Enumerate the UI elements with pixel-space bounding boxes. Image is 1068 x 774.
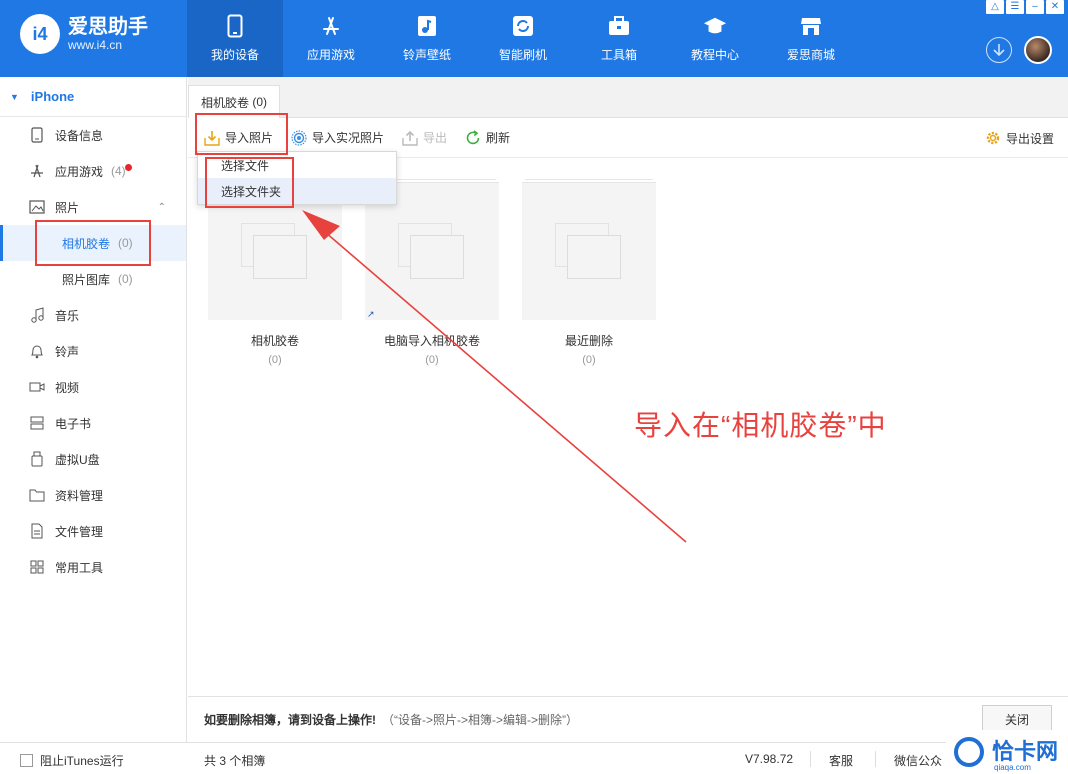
- menu-item-select-folder[interactable]: 选择文件夹: [198, 178, 396, 204]
- notification-dot: [125, 164, 132, 171]
- music-file-icon: [415, 14, 439, 38]
- sidebar-item-virtual-usb[interactable]: 虚拟U盘: [0, 441, 186, 477]
- refresh-button[interactable]: 刷新: [465, 129, 510, 146]
- top-bar: i4 爱思助手 www.i4.cn 我的设备 应用游戏 铃声壁纸 智能刷机 工具…: [0, 0, 1068, 77]
- store-icon: [799, 14, 823, 38]
- menu-item-select-files[interactable]: 选择文件: [198, 152, 396, 178]
- tab-camera-roll[interactable]: 相机胶卷 (0): [188, 85, 281, 118]
- nav-store[interactable]: 爱思商城: [763, 0, 859, 77]
- album-grid: 相机胶卷 (0) ↗ 电脑导入相机胶卷 (0) 最近删除 (0): [208, 179, 656, 366]
- import-icon: [204, 130, 220, 146]
- sidebar-item-photo-library[interactable]: 照片图库 (0): [0, 261, 186, 297]
- wechat-link[interactable]: 微信公众: [894, 752, 942, 769]
- album-camera-roll[interactable]: 相机胶卷 (0): [208, 179, 342, 366]
- album-thumbnail: [522, 179, 656, 320]
- nav-toolbox[interactable]: 工具箱: [571, 0, 667, 77]
- album-pc-imported[interactable]: ↗ 电脑导入相机胶卷 (0): [365, 179, 499, 366]
- sidebar: ▼ iPhone 设备信息 应用游戏 (4) 照片 ⌃ 相机胶卷 (0) 照片图…: [0, 77, 187, 742]
- checkbox-box[interactable]: [20, 754, 33, 767]
- app-logo: i4 爱思助手 www.i4.cn: [20, 14, 148, 54]
- tab-bar: 相机胶卷 (0): [188, 77, 1068, 118]
- watermark: 恰卡网 qiaqa.com: [946, 730, 1068, 774]
- app-url: www.i4.cn: [68, 38, 123, 52]
- folder-icon: [28, 486, 46, 504]
- toolbox-icon: [607, 14, 631, 38]
- video-icon: [28, 378, 46, 396]
- sidebar-item-file-management[interactable]: 文件管理: [0, 513, 186, 549]
- import-dropdown-menu: 选择文件 选择文件夹: [197, 151, 397, 205]
- appstore-icon: [28, 162, 46, 180]
- file-icon: [28, 522, 46, 540]
- usb-drive-icon: [28, 450, 46, 468]
- download-icon[interactable]: [986, 37, 1012, 63]
- sidebar-item-apps[interactable]: 应用游戏 (4): [0, 153, 186, 189]
- nav-tutorials[interactable]: 教程中心: [667, 0, 763, 77]
- gear-icon: [985, 130, 1001, 146]
- export-settings-button[interactable]: 导出设置: [985, 130, 1054, 147]
- status-bar: 阻止iTunes运行 共 3 个相簿 V7.98.72 客服 微信公众: [0, 742, 1068, 774]
- live-photo-icon: [291, 129, 307, 146]
- block-itunes-checkbox[interactable]: 阻止iTunes运行: [20, 752, 124, 769]
- import-live-photos-button[interactable]: 导入实况照片: [291, 129, 384, 146]
- nav-flash[interactable]: 智能刷机: [475, 0, 571, 77]
- photo-icon: [28, 198, 46, 216]
- device-header[interactable]: ▼ iPhone: [0, 77, 186, 117]
- sidebar-item-ebooks[interactable]: 电子书: [0, 405, 186, 441]
- export-button[interactable]: 导出: [402, 129, 447, 146]
- ebook-icon: [28, 414, 46, 432]
- watermark-logo-icon: [954, 737, 984, 767]
- sidebar-item-videos[interactable]: 视频: [0, 369, 186, 405]
- sidebar-item-data-management[interactable]: 资料管理: [0, 477, 186, 513]
- main-panel: 相机胶卷 (0) 导入照片 导入实况照片 导出 刷新 导出设置 选择文件 选择文…: [188, 77, 1068, 742]
- caret-down-icon: ▼: [10, 91, 19, 102]
- sidebar-item-photos[interactable]: 照片 ⌃: [0, 189, 186, 225]
- refresh-icon: [465, 129, 481, 146]
- graduation-cap-icon: [703, 14, 727, 38]
- shirt-icon[interactable]: △: [986, 0, 1004, 14]
- appstore-icon: [319, 14, 343, 38]
- device-info-icon: [28, 126, 46, 144]
- bell-icon: [28, 342, 46, 360]
- import-photos-button[interactable]: 导入照片: [204, 129, 273, 146]
- close-icon[interactable]: ✕: [1046, 0, 1064, 14]
- delete-album-note: 如要删除相簿，请到设备上操作! （“设备->照片->相簿->编辑->删除”） 关…: [188, 696, 1068, 742]
- version-text: V7.98.72: [745, 752, 794, 766]
- window-controls: △ ☰ – ✕: [986, 0, 1064, 14]
- album-count-text: 共 3 个相簿: [204, 754, 266, 768]
- album-recently-deleted[interactable]: 最近删除 (0): [522, 179, 656, 366]
- logo-badge: i4: [20, 14, 60, 54]
- annotation-text: 导入在“相机胶卷”中: [634, 410, 887, 441]
- customer-service-link[interactable]: 客服: [829, 752, 853, 769]
- nav-ringtones[interactable]: 铃声壁纸: [379, 0, 475, 77]
- chevron-up-icon[interactable]: ⌃: [158, 202, 166, 213]
- device-name: iPhone: [30, 89, 75, 104]
- sidebar-item-ringtones[interactable]: 铃声: [0, 333, 186, 369]
- apps-count: (4): [111, 164, 126, 178]
- sidebar-item-camera-roll[interactable]: 相机胶卷 (0): [0, 225, 186, 261]
- nav-my-device[interactable]: 我的设备: [187, 0, 283, 77]
- sidebar-item-tools[interactable]: 常用工具: [0, 549, 186, 585]
- phone-icon: [223, 14, 247, 38]
- minimize-icon[interactable]: –: [1026, 0, 1044, 14]
- shortcut-arrow-icon: ↗: [367, 309, 375, 319]
- refresh-box-icon: [511, 14, 535, 38]
- sidebar-item-device-info[interactable]: 设备信息: [0, 117, 186, 153]
- music-note-icon: [28, 306, 46, 324]
- sidebar-item-music[interactable]: 音乐: [0, 297, 186, 333]
- grid-icon: [28, 558, 46, 576]
- app-name: 爱思助手: [68, 16, 148, 38]
- close-button[interactable]: 关闭: [982, 705, 1052, 733]
- avatar[interactable]: [1024, 36, 1052, 64]
- main-nav: 我的设备 应用游戏 铃声壁纸 智能刷机 工具箱 教程中心 爱思商城: [187, 0, 859, 77]
- export-icon: [402, 130, 418, 146]
- list-icon[interactable]: ☰: [1006, 0, 1024, 14]
- nav-apps-games[interactable]: 应用游戏: [283, 0, 379, 77]
